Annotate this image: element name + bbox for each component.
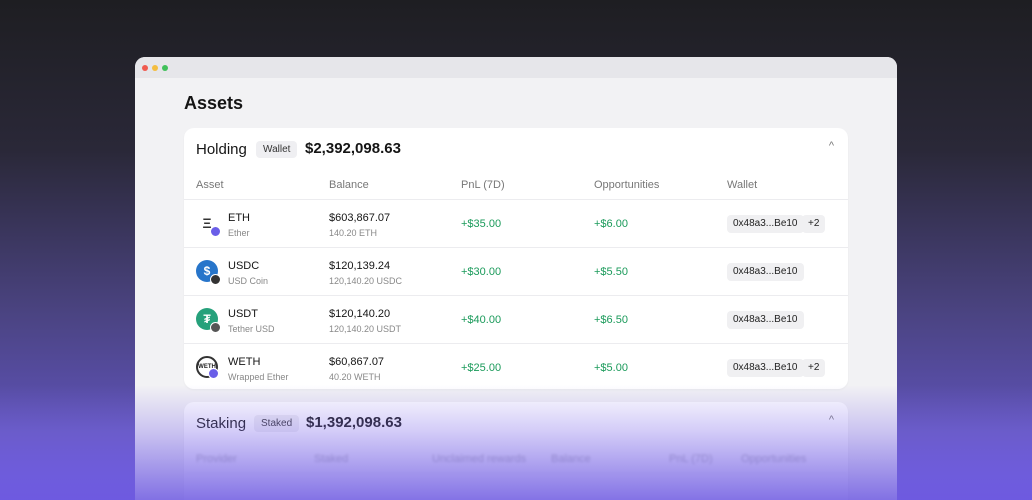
asset-opportunities[interactable]: +$5.50 (594, 266, 628, 278)
column-header-opportunities[interactable]: Opportunities (594, 179, 659, 191)
asset-pnl: +$35.00 (461, 218, 502, 230)
column-header-wallet[interactable]: Wallet (727, 179, 757, 191)
asset-balance: $603,867.07 (329, 212, 391, 224)
asset-symbol: ETH (228, 212, 250, 224)
app-window: Assets Holding Wallet $2,392,098.63 ^ As… (135, 57, 897, 500)
chain-badge-icon (210, 322, 221, 333)
asset-name: Ether (228, 228, 250, 238)
asset-balance-amount: 120,140.20 USDT (329, 324, 402, 334)
asset-balance-amount: 40.20 WETH (329, 372, 381, 382)
asset-balance: $60,867.07 (329, 356, 385, 368)
more-wallets-chip[interactable]: +2 (802, 215, 826, 233)
close-window-button[interactable] (142, 65, 148, 71)
asset-opportunities[interactable]: +$6.50 (594, 314, 628, 326)
usdt-icon: ₮ (196, 308, 221, 333)
asset-pnl: +$25.00 (461, 362, 502, 374)
asset-name: USD Coin (228, 276, 269, 286)
staked-badge: Staked (254, 415, 300, 432)
asset-symbol: USDC (228, 260, 260, 272)
staking-card: Staking Staked $1,392,098.63 ^ Provider … (184, 402, 848, 500)
asset-balance: $120,140.20 (329, 308, 391, 320)
asset-opportunities[interactable]: +$5.00 (594, 362, 628, 374)
wallet-badge: Wallet (256, 141, 298, 158)
asset-symbol: WETH (228, 356, 261, 368)
column-header-pnl[interactable]: PnL (7D) (669, 453, 713, 465)
holding-column-headers: Asset Balance PnL (7D) Opportunities Wal… (184, 172, 848, 200)
asset-name: Tether USD (228, 324, 275, 334)
eth-icon: Ξ (196, 212, 221, 237)
column-header-asset[interactable]: Asset (196, 179, 224, 191)
weth-icon: WETH (196, 356, 219, 379)
wallet-address-chip[interactable]: 0x48a3...Be10 (727, 263, 804, 281)
staking-header[interactable]: Staking Staked $1,392,098.63 ^ (184, 402, 848, 446)
wallet-address-chip[interactable]: 0x48a3...Be10 (727, 311, 804, 329)
column-header-pnl[interactable]: PnL (7D) (461, 179, 505, 191)
column-header-staked[interactable]: Staked (314, 453, 348, 465)
holding-title: Holding (196, 141, 247, 158)
chevron-up-icon[interactable]: ^ (829, 414, 834, 426)
holding-card: Holding Wallet $2,392,098.63 ^ Asset Bal… (184, 128, 848, 389)
holding-total: $2,392,098.63 (305, 140, 401, 157)
chain-badge-icon (210, 274, 221, 285)
chevron-up-icon[interactable]: ^ (829, 140, 834, 152)
table-row[interactable]: WETH WETH Wrapped Ether $60,867.07 40.20… (184, 344, 848, 391)
column-header-opportunities[interactable]: Opportunities (741, 453, 806, 465)
page-title: Assets (184, 93, 244, 113)
chain-badge-icon (208, 368, 219, 379)
holding-header[interactable]: Holding Wallet $2,392,098.63 ^ (184, 128, 848, 172)
wallet-address-chip[interactable]: 0x48a3...Be10 (727, 359, 804, 377)
asset-balance-amount: 140.20 ETH (329, 228, 378, 238)
asset-symbol: USDT (228, 308, 258, 320)
staking-column-headers: Provider Staked Unclaimed rewards Balanc… (184, 446, 848, 474)
staking-title: Staking (196, 415, 247, 432)
asset-balance: $120,139.24 (329, 260, 391, 272)
column-header-unclaimed-rewards[interactable]: Unclaimed rewards (432, 453, 526, 465)
wallet-address-chip[interactable]: 0x48a3...Be10 (727, 215, 804, 233)
window-titlebar (135, 57, 897, 78)
usdc-icon: $ (196, 260, 221, 285)
column-header-balance[interactable]: Balance (551, 453, 591, 465)
column-header-provider[interactable]: Provider (196, 453, 237, 465)
table-row[interactable]: ₮ USDT Tether USD $120,140.20 120,140.20… (184, 296, 848, 344)
asset-pnl: +$30.00 (461, 266, 502, 278)
chain-badge-icon (210, 226, 221, 237)
asset-opportunities[interactable]: +$6.00 (594, 218, 628, 230)
minimize-window-button[interactable] (152, 65, 158, 71)
maximize-window-button[interactable] (162, 65, 168, 71)
table-row[interactable]: Ξ ETH Ether $603,867.07 140.20 ETH +$35.… (184, 200, 848, 248)
staking-total: $1,392,098.63 (306, 414, 402, 431)
asset-pnl: +$40.00 (461, 314, 502, 326)
column-header-balance[interactable]: Balance (329, 179, 369, 191)
asset-balance-amount: 120,140.20 USDC (329, 276, 403, 286)
asset-name: Wrapped Ether (228, 372, 289, 382)
more-wallets-chip[interactable]: +2 (802, 359, 826, 377)
table-row[interactable]: $ USDC USD Coin $120,139.24 120,140.20 U… (184, 248, 848, 296)
